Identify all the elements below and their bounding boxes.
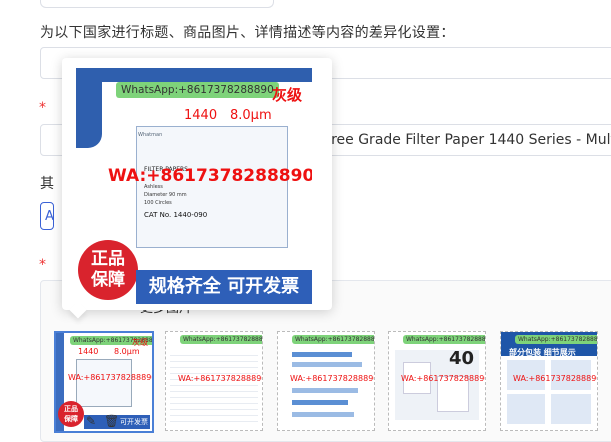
watermark-wa: WA:+8617378288890 (290, 374, 375, 383)
required-mark-images: * (39, 257, 46, 273)
watermark-wa: WA:+8617378288890 (178, 374, 263, 383)
detail-header: 部分包装 细节展示 (509, 348, 576, 357)
watermark-whatsapp: WhatsApp:+8617378288890 (116, 82, 279, 98)
product-thumbnail-5[interactable]: WhatsApp:+8617378288890 部分包装 细节展示 WA:+86… (500, 331, 598, 431)
authentic-seal: 正品 保障 (78, 240, 138, 300)
required-mark: * (39, 100, 46, 116)
grade-label: 灰级 (272, 86, 303, 104)
title-input-value: -Free Grade Filter Paper 1440 Series - M… (319, 132, 611, 148)
watermark-whatsapp: WhatsApp:+8617378288890 (515, 335, 597, 344)
pore-size: 8.0μm (114, 347, 140, 356)
product-thumbnail-3[interactable]: WhatsApp:+8617378288890 WA:+861737828889… (277, 331, 375, 431)
box-sub-2: Diameter 90 mm (144, 192, 187, 198)
watermark-whatsapp: WhatsApp:+8617378288890 (292, 335, 374, 344)
watermark-wa-large: WA:+8617378288890 (108, 166, 312, 186)
trash-icon[interactable]: 🗑 (104, 414, 119, 428)
watermark-whatsapp: WhatsApp:+8617378288890 (180, 335, 262, 344)
language-radio-button[interactable]: A (40, 202, 54, 230)
watermark-wa: WA:+8617378288890 (401, 374, 486, 383)
preview-image: WhatsApp:+8617378288890 灰级 1440 8.0μm Wh… (76, 68, 312, 304)
watermark-wa: WA:+8617378288890 (513, 374, 598, 383)
section-heading: 为以下国家进行标题、商品图片、详情描述等内容的差异化设置： (40, 25, 455, 41)
edit-icon[interactable]: ✎ (86, 414, 96, 428)
product-thumbnail-2[interactable]: WhatsApp:+8617378288890 WA:+861737828889… (165, 331, 263, 431)
invoice-banner: 规格齐全 可开发票 (136, 270, 312, 304)
other-settings-label: 其 (40, 176, 54, 192)
watermark-wa: WA:+8617378288890 (68, 373, 154, 382)
model-number: 1440 (78, 347, 99, 356)
watermark-whatsapp: WhatsApp:+8617378288890 (403, 335, 485, 344)
big-number: 40 (449, 348, 475, 369)
product-thumbnail-1[interactable]: WhatsApp:+8617378288890 灰级 1440 8.0μm WA… (54, 331, 154, 433)
product-thumbnail-4[interactable]: WhatsApp:+8617378288890 40 WA:+861737828… (388, 331, 486, 431)
pore-size: 8.0μm (230, 108, 272, 123)
authentic-seal: 正品 保障 (58, 401, 84, 427)
box-sub-3: 100 Circles (144, 200, 172, 206)
brand-name: Whatman (138, 132, 163, 138)
model-number: 1440 (184, 108, 218, 123)
top-input-remnant[interactable] (40, 0, 274, 8)
image-preview-popover: WhatsApp:+8617378288890 灰级 1440 8.0μm Wh… (62, 58, 332, 319)
catalog-number: CAT No. 1440-090 (144, 211, 208, 219)
